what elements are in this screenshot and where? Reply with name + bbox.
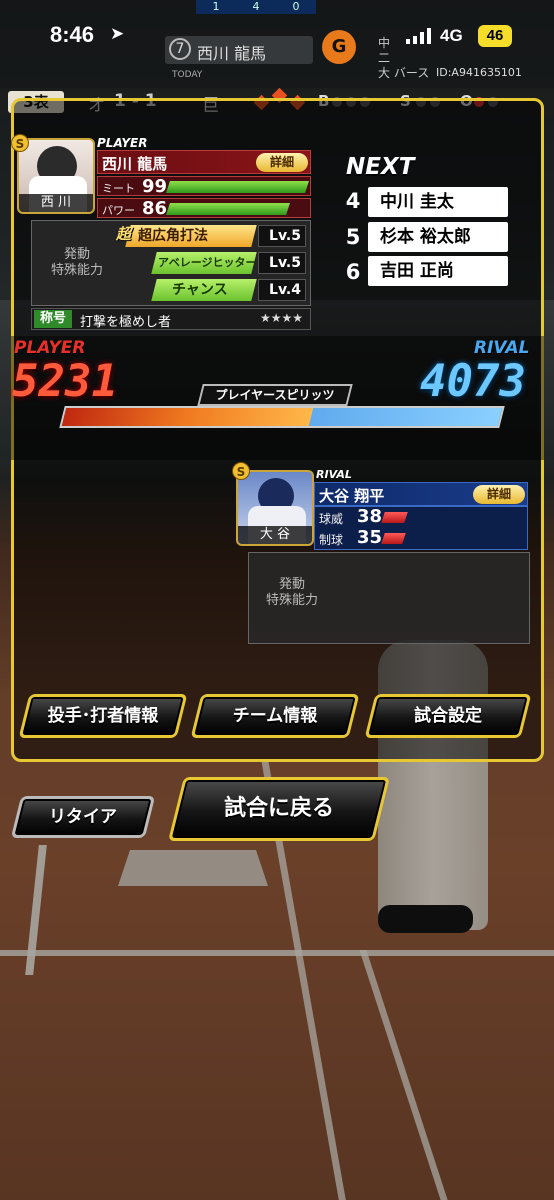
- spirits-bar-label-plate: プレイヤースピリッツ: [197, 384, 353, 406]
- skill-level: Lv.4: [258, 279, 306, 301]
- next-heading: NEXT: [346, 154, 415, 180]
- player-stat-meet: ミート 99: [97, 176, 311, 197]
- rival-name-row: 大谷 翔平 詳細: [314, 482, 528, 506]
- player-name: 西川 龍馬: [102, 155, 168, 173]
- player-card-tag: PLAYER: [97, 136, 148, 150]
- player-name-row: 西川 龍馬 詳細: [97, 150, 311, 174]
- next-batter-name: 吉田 正尚: [368, 256, 508, 286]
- super-mark-icon: 超: [116, 225, 132, 243]
- rival-photo: 大 谷: [236, 470, 314, 546]
- stat-label: パワー: [102, 204, 135, 217]
- spirits-player-label: PLAYER: [14, 338, 86, 358]
- network-type: 4G: [440, 26, 463, 45]
- player-card: PLAYER 西 川 S 西川 龍馬 詳細 ミート 99 パワー 86 発動 特…: [11, 134, 312, 332]
- skill-level: Lv.5: [258, 252, 306, 274]
- skill-level: Lv.5: [258, 225, 306, 247]
- button-label: チーム情報: [232, 706, 318, 726]
- rival-name: 大谷 翔平: [319, 487, 385, 505]
- stat-value: 99: [142, 176, 168, 197]
- team-info-button[interactable]: チーム情報: [190, 694, 360, 738]
- skill-name: アベレージヒッター: [158, 256, 257, 269]
- button-label: リタイア: [49, 807, 117, 827]
- next-batter-name: 杉本 裕太郎: [368, 222, 508, 252]
- location-arrow-icon: ➤: [110, 24, 125, 44]
- stat-value: 86: [142, 198, 168, 219]
- rival-detail-button[interactable]: 詳細: [473, 485, 525, 504]
- spirits-player-value: 5231: [12, 356, 118, 407]
- skill-row-3: チャンス: [151, 279, 257, 301]
- rival-photo-name: 大 谷: [238, 526, 312, 544]
- player-rank-badge: S: [11, 134, 29, 152]
- rival-rank-badge: S: [232, 462, 250, 480]
- spirits-bar-player-fill: [61, 408, 314, 426]
- retire-button[interactable]: リタイア: [10, 796, 156, 838]
- status-bar: 8:46 ➤ 4G 46: [0, 0, 554, 76]
- next-order-number: 4: [345, 189, 361, 213]
- title-label: 称号: [34, 310, 72, 328]
- return-to-game-button[interactable]: 試合に戻る: [168, 777, 390, 841]
- stat-bar: [381, 533, 406, 544]
- title-text: 打撃を極めし者: [80, 315, 172, 330]
- next-order-number: 5: [345, 225, 361, 249]
- stat-value: 38: [357, 506, 383, 527]
- stat-label: 制球: [319, 533, 344, 547]
- spirits-bar: [59, 406, 505, 428]
- rival-card-tag: RIVAL: [316, 468, 352, 481]
- skill-row-1: 超広角打法: [125, 225, 257, 247]
- title-stars: ★★★★: [260, 311, 304, 325]
- spirits-rival-value: 4073: [420, 356, 526, 407]
- stat-bar: [381, 512, 408, 523]
- button-label: 試合に戻る: [223, 796, 334, 821]
- stat-label: ミート: [102, 182, 135, 195]
- player-photo: 西 川: [17, 138, 95, 214]
- next-order-number: 6: [345, 260, 361, 284]
- player-stat-power: パワー 86: [97, 198, 311, 219]
- button-label: 試合設定: [414, 706, 482, 726]
- game-settings-button[interactable]: 試合設定: [364, 694, 532, 738]
- next-batter-name: 中川 圭太: [368, 187, 508, 217]
- rival-card: RIVAL 大 谷 S 大谷 翔平 詳細 球威 38 制球 35 発動 特殊能力: [232, 462, 532, 644]
- spirits-rival-label: RIVAL: [474, 338, 530, 358]
- special-ability-label: 発動 特殊能力: [265, 577, 318, 608]
- player-photo-name: 西 川: [19, 194, 93, 212]
- spirits-bar-label: プレイヤースピリッツ: [215, 388, 335, 402]
- rival-stats-box: 球威 38 制球 35: [314, 506, 528, 550]
- stat-value: 35: [357, 527, 383, 548]
- button-label: 投手･打者情報: [47, 706, 159, 726]
- skill-row-2: アベレージヒッター: [151, 252, 257, 274]
- status-time: 8:46: [50, 22, 95, 47]
- skill-name: 超広角打法: [138, 228, 208, 244]
- player-title-row: 称号 打撃を極めし者 ★★★★: [31, 308, 311, 330]
- battery-icon: 46: [478, 25, 512, 47]
- skill-name: チャンス: [172, 282, 228, 298]
- stat-label: 球威: [319, 512, 344, 526]
- pitcher-batter-info-button[interactable]: 投手･打者情報: [18, 694, 188, 738]
- stat-bar: [166, 181, 309, 193]
- signal-icon: [406, 28, 432, 44]
- special-ability-label: 発動 特殊能力: [50, 247, 103, 278]
- player-detail-button[interactable]: 詳細: [256, 153, 308, 172]
- player-skill-panel: 発動 特殊能力 超広角打法 超 Lv.5 アベレージヒッター Lv.5 チャンス…: [31, 220, 311, 306]
- rival-skill-panel: 発動 特殊能力: [248, 552, 530, 644]
- stat-bar: [166, 203, 290, 215]
